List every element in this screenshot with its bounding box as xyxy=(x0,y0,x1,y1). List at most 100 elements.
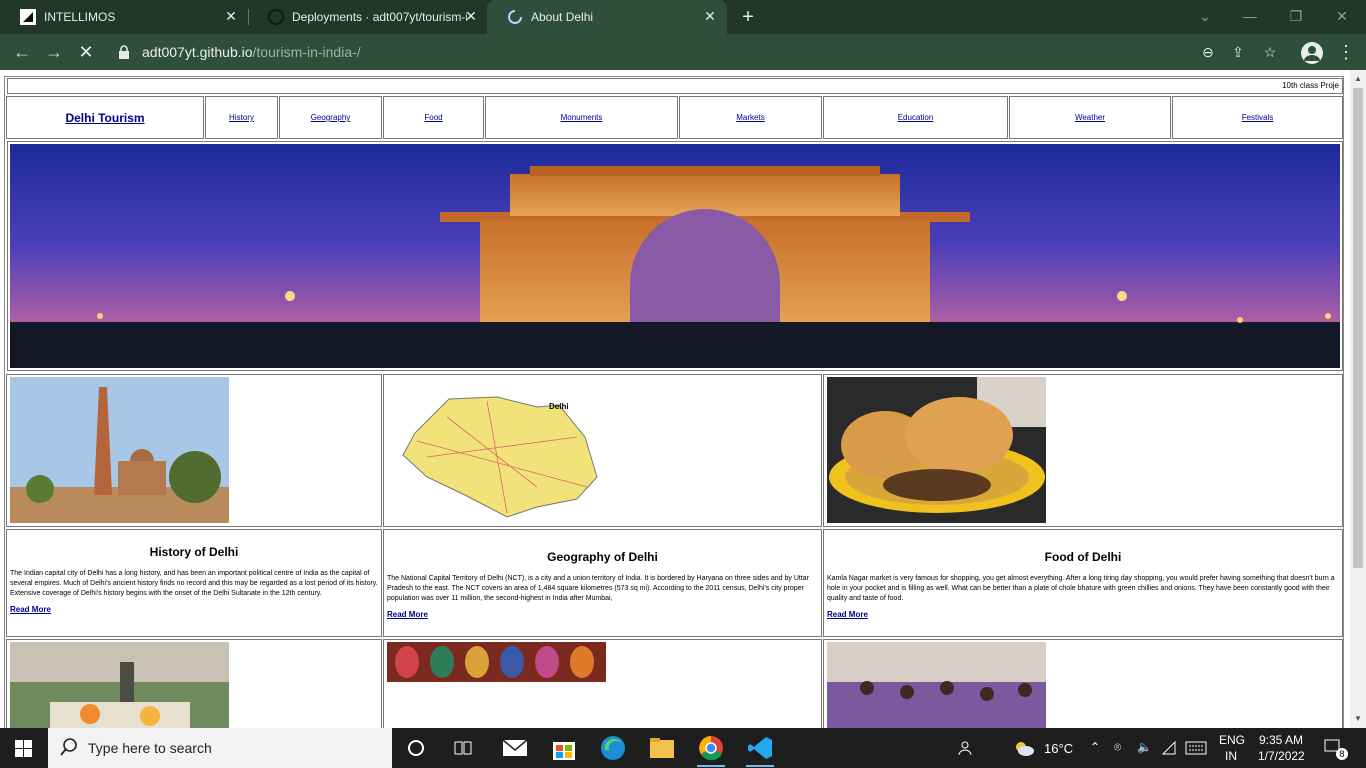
page-scrollbar[interactable]: ▲ ▼ xyxy=(1350,70,1366,728)
weather-cloud-icon[interactable] xyxy=(1013,739,1035,757)
address-bar[interactable]: adt007yt.github.io/tourism-in-india-/ ⊖ … xyxy=(110,38,1290,66)
nav-link-food[interactable]: Food xyxy=(424,113,442,122)
nav-link-markets[interactable]: Markets xyxy=(736,113,764,122)
show-hidden-icons-icon[interactable]: ⌃ xyxy=(1090,740,1100,754)
keyboard-icon[interactable] xyxy=(1185,741,1207,755)
hero-banner xyxy=(7,141,1343,371)
search-placeholder: Type here to search xyxy=(88,740,212,756)
tab-deployments[interactable]: Deployments · adt007yt/tourism-in-india-… xyxy=(248,0,488,34)
brand-link[interactable]: Delhi Tourism xyxy=(65,111,144,125)
close-tab-icon[interactable]: ✕ xyxy=(703,9,717,23)
top-strip: 10th class Proje xyxy=(7,78,1343,94)
nav-link-monuments[interactable]: Monuments xyxy=(561,113,603,122)
menu-cell-food: Food xyxy=(383,96,484,139)
lock-icon[interactable] xyxy=(118,45,130,59)
chrome-icon[interactable] xyxy=(697,734,725,762)
menu-cell-weather: Weather xyxy=(1009,96,1171,139)
zoom-icon[interactable]: ⊖ xyxy=(1198,42,1218,62)
url-path: /tourism-in-india-/ xyxy=(252,44,361,60)
india-gate-image xyxy=(10,144,1340,368)
tab-title: Deployments · adt007yt/tourism-in-india- xyxy=(292,10,467,24)
delhi-map-image: Delhi xyxy=(387,377,606,523)
geography-read-more-link[interactable]: Read More xyxy=(387,610,428,619)
url-host: adt007yt.github.io xyxy=(142,44,253,60)
clock-date[interactable]: 1/7/2022 xyxy=(1258,749,1305,763)
nav-link-history[interactable]: History xyxy=(229,113,254,122)
loading-spinner-icon xyxy=(508,10,522,24)
file-explorer-icon[interactable] xyxy=(648,734,676,762)
monuments-image-cell xyxy=(6,639,382,728)
edge-icon[interactable] xyxy=(599,734,627,762)
close-tab-icon[interactable]: ✕ xyxy=(224,9,238,23)
close-tab-icon[interactable]: ✕ xyxy=(464,9,478,23)
qutub-minar-image xyxy=(10,377,229,523)
stop-loading-button[interactable]: ✕ xyxy=(76,42,96,62)
scroll-down-arrow-icon[interactable]: ▼ xyxy=(1353,714,1363,724)
nav-link-geography[interactable]: Geography xyxy=(311,113,351,122)
people-icon[interactable] xyxy=(957,740,973,756)
geography-heading: Geography of Delhi xyxy=(547,550,658,564)
map-label: Delhi xyxy=(549,402,569,411)
nav-link-education[interactable]: Education xyxy=(898,113,934,122)
task-view-icon[interactable] xyxy=(454,739,472,757)
input-region[interactable]: IN xyxy=(1225,749,1237,763)
tab-search-icon[interactable]: ⌄ xyxy=(1195,6,1215,26)
start-button[interactable] xyxy=(0,728,48,768)
windows-logo-icon xyxy=(15,740,32,757)
back-button[interactable]: ← xyxy=(12,42,32,62)
bookmark-star-icon[interactable]: ☆ xyxy=(1260,42,1280,62)
scroll-up-arrow-icon[interactable]: ▲ xyxy=(1353,74,1363,84)
food-text: Kamla Nagar market is very famous for sh… xyxy=(827,575,1335,602)
vscode-active-indicator xyxy=(746,765,774,767)
raj-ghat-image xyxy=(10,642,229,728)
url-text: adt007yt.github.io/tourism-in-india-/ xyxy=(142,44,361,60)
share-icon[interactable]: ⇪ xyxy=(1228,42,1248,62)
minimize-button[interactable]: — xyxy=(1240,6,1260,26)
food-section: Food of Delhi Kamla Nagar market is very… xyxy=(823,529,1343,637)
taskbar-search-box[interactable]: Type here to search xyxy=(48,728,392,768)
temperature[interactable]: 16°C xyxy=(1044,741,1073,756)
volume-icon[interactable]: 🔈 xyxy=(1137,740,1152,754)
menu-kebab-icon[interactable]: ⋮ xyxy=(1336,42,1356,62)
new-tab-button[interactable]: + xyxy=(738,7,758,27)
nav-link-festivals[interactable]: Festivals xyxy=(1242,113,1274,122)
restore-button[interactable]: ❐ xyxy=(1286,6,1306,26)
tab-strip: INTELLIMOS ✕ Deployments · adt007yt/tour… xyxy=(0,0,1366,34)
menu-cell-education: Education xyxy=(823,96,1008,139)
search-icon xyxy=(60,738,77,756)
history-section: History of Delhi The Indian capital city… xyxy=(6,529,382,637)
nav-link-weather[interactable]: Weather xyxy=(1075,113,1105,122)
markets-image-cell xyxy=(383,639,822,728)
microsoft-store-icon[interactable] xyxy=(550,734,578,762)
menu-cell-geography: Geography xyxy=(279,96,382,139)
food-heading: Food of Delhi xyxy=(1044,550,1122,564)
mail-icon[interactable] xyxy=(501,734,529,762)
geography-image-cell: Delhi xyxy=(383,374,822,527)
tab-about-delhi[interactable]: About Delhi ✕ xyxy=(487,0,727,34)
food-image-cell xyxy=(823,374,1343,527)
menu-cell-markets: Markets xyxy=(679,96,822,139)
network-icon[interactable] xyxy=(1162,741,1176,755)
chole-bhature-image xyxy=(827,377,1046,523)
history-read-more-link[interactable]: Read More xyxy=(10,605,51,614)
clock-time[interactable]: 9:35 AM xyxy=(1259,733,1303,747)
education-image-cell xyxy=(823,639,1343,728)
close-window-button[interactable]: ✕ xyxy=(1332,6,1352,26)
forward-button[interactable]: → xyxy=(44,42,64,62)
web-page: 10th class Proje Delhi Tourism History G… xyxy=(0,70,1366,728)
classroom-image xyxy=(827,642,1046,728)
scroll-thumb[interactable] xyxy=(1353,88,1363,568)
notification-count-badge: 8 xyxy=(1336,748,1348,760)
input-language[interactable]: ENG xyxy=(1219,733,1245,747)
vscode-icon[interactable] xyxy=(746,734,774,762)
meet-now-icon[interactable]: ⌾ xyxy=(1114,740,1121,755)
tab-title: INTELLIMOS xyxy=(44,10,116,24)
history-heading: History of Delhi xyxy=(149,545,239,559)
cortana-icon[interactable] xyxy=(407,739,425,757)
history-image-cell xyxy=(6,374,382,527)
browser-toolbar: ← → ✕ adt007yt.github.io/tourism-in-indi… xyxy=(0,34,1366,70)
profile-avatar-icon[interactable] xyxy=(1301,42,1323,64)
windows-taskbar: Type here to search 16°C ⌃ ⌾ 🔈 ENG IN 9:… xyxy=(0,728,1366,768)
food-read-more-link[interactable]: Read More xyxy=(827,610,868,619)
tab-intellimos[interactable]: INTELLIMOS ✕ xyxy=(0,0,248,34)
